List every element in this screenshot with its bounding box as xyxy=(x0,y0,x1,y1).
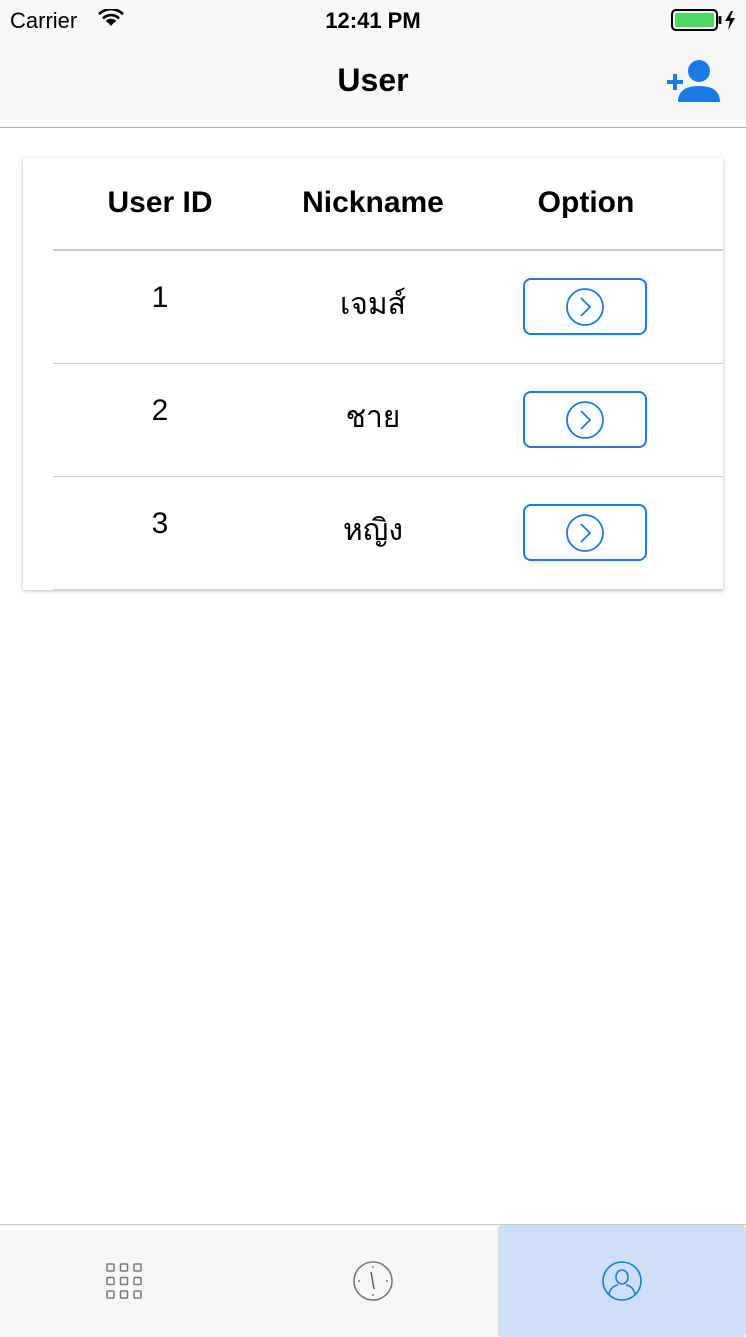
user-id-cell: 1 xyxy=(151,281,169,314)
tab-history[interactable] xyxy=(248,1225,498,1337)
tab-bar xyxy=(0,1224,746,1337)
chevron-right-circle-icon xyxy=(566,287,604,326)
table-row: 1 เจมส์ xyxy=(23,251,723,364)
add-user-button[interactable] xyxy=(664,58,722,108)
column-header-user-id: User ID xyxy=(107,186,213,219)
table-row: 2 ชาย xyxy=(23,364,723,477)
column-header-nickname: Nickname xyxy=(302,186,444,219)
clock-icon xyxy=(353,1261,393,1301)
status-time: 12:41 PM xyxy=(325,8,421,33)
chevron-right-circle-icon xyxy=(566,513,604,552)
option-button[interactable] xyxy=(523,504,647,561)
option-button[interactable] xyxy=(523,278,647,335)
status-bar: Carrier 12:41 PM xyxy=(0,0,746,40)
nickname-cell: เจมส์ xyxy=(340,287,406,322)
users-table: User ID Nickname Option 1 เจมส์ 2 ชาย 3 … xyxy=(23,158,723,590)
tab-grid[interactable] xyxy=(0,1225,248,1337)
navigation-bar: User xyxy=(0,40,746,128)
user-id-cell: 3 xyxy=(151,507,169,540)
table-header: User ID Nickname Option xyxy=(23,158,723,251)
column-header-option: Option xyxy=(537,186,635,219)
row-divider xyxy=(53,589,723,590)
option-button[interactable] xyxy=(523,391,647,448)
battery-charging-icon xyxy=(671,9,735,31)
page-title: User xyxy=(337,62,409,98)
user-circle-icon xyxy=(602,1261,642,1301)
chevron-right-circle-icon xyxy=(566,400,604,439)
user-id-cell: 2 xyxy=(151,394,169,427)
grid-icon xyxy=(106,1263,142,1299)
tab-user[interactable] xyxy=(498,1225,746,1337)
nickname-cell: หญิง xyxy=(343,513,403,548)
person-add-icon xyxy=(667,60,720,102)
nickname-cell: ชาย xyxy=(345,400,401,435)
table-row: 3 หญิง xyxy=(23,477,723,590)
